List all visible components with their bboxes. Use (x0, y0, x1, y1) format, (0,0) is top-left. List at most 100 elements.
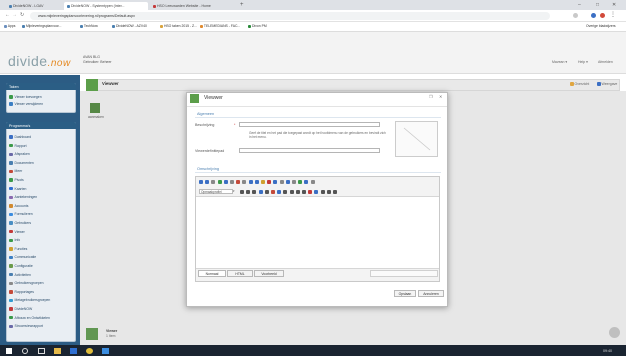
editor-format-icon[interactable] (252, 189, 257, 194)
reload-icon[interactable]: ↻ (20, 12, 24, 18)
task-view-icon[interactable] (38, 348, 45, 354)
editor-format-icon[interactable] (264, 189, 269, 194)
style-dropdown[interactable]: Opmaakprofiel (199, 189, 233, 194)
close-window-icon[interactable]: ✕ (612, 2, 616, 8)
editor-tool-icon[interactable] (211, 180, 216, 184)
editor-format-icon[interactable] (271, 189, 275, 194)
windows-start-icon[interactable] (6, 348, 12, 354)
editor-tool-icon[interactable] (273, 180, 278, 184)
browser-app-icon[interactable] (70, 348, 77, 354)
editor-tool-icon[interactable] (230, 180, 234, 184)
profile-icon[interactable] (573, 13, 578, 18)
editor-format-icon[interactable] (308, 189, 313, 194)
editor-tool-icon[interactable] (217, 180, 222, 184)
task-add-viewer[interactable]: Viewer toevoegen (9, 94, 42, 100)
forward-icon[interactable]: → (12, 12, 17, 18)
program-item[interactable]: Gebruikersgroepen (9, 280, 44, 286)
editor-format-icon[interactable] (320, 189, 325, 194)
program-item[interactable]: Afspraken (9, 151, 30, 157)
editor-format-icon[interactable] (314, 189, 319, 194)
cancel-button[interactable]: Annuleren (418, 290, 444, 297)
editor-tab-normal[interactable]: Normaal (198, 270, 226, 277)
editor-format-icon[interactable] (258, 189, 263, 194)
editor-tool-icon[interactable] (304, 180, 309, 184)
program-item[interactable]: Activiteiten (9, 272, 31, 278)
new-tab-button[interactable]: + (240, 2, 244, 8)
minimize-icon[interactable]: – (578, 2, 581, 8)
program-item[interactable]: Pivots (9, 177, 24, 183)
editor-format-icon[interactable] (326, 189, 331, 194)
program-item[interactable]: Meer (9, 168, 22, 174)
editor-tool-icon[interactable] (298, 180, 303, 184)
editor-format-icon[interactable] (289, 189, 294, 194)
editor-tool-icon[interactable] (199, 180, 203, 184)
editor-format-icon[interactable] (277, 189, 282, 194)
program-item[interactable]: Aantekeningen (9, 194, 37, 200)
program-item[interactable]: Configuratie (9, 263, 33, 269)
menu-dots-icon[interactable]: ⋮ (610, 11, 616, 18)
editor-format-icon[interactable] (240, 189, 244, 194)
editor-format-icon[interactable] (295, 189, 300, 194)
program-item[interactable]: Rapportages (9, 289, 34, 295)
extension-icon[interactable] (600, 13, 605, 18)
bookmark-apps[interactable]: Apps (4, 24, 16, 30)
program-item[interactable]: Dashboard (9, 134, 31, 140)
url-field[interactable]: www.mijnleveringsplanvoorlevering.nl/pro… (30, 12, 550, 20)
editor-tool-icon[interactable] (261, 180, 265, 184)
browser-tab-active[interactable]: DivideNOW - Systemtypen (Inter... (64, 2, 148, 10)
nav-logout[interactable]: Afmelden (598, 60, 613, 64)
editor-format-icon[interactable] (246, 189, 251, 194)
editor-tool-icon[interactable] (292, 180, 296, 184)
overview-button[interactable]: Overzicht (570, 82, 589, 86)
nav-mavean[interactable]: Mavean ▾ (552, 60, 567, 64)
save-button[interactable]: Opslaan (394, 290, 416, 297)
bookmark-item[interactable]: Mijnleveringsplanvoor... (22, 24, 61, 30)
url-input[interactable] (239, 148, 380, 153)
program-item[interactable]: Rapport (9, 143, 27, 149)
editor-tool-icon[interactable] (267, 180, 272, 184)
editor-tab-html[interactable]: HTML (227, 270, 253, 277)
editor-tool-icon[interactable] (236, 180, 241, 184)
program-item[interactable]: Gebruikers (9, 220, 31, 226)
bookmark-item[interactable]: Divon PM (248, 24, 267, 30)
program-item[interactable]: Viewer (9, 229, 25, 235)
image-placeholder[interactable] (395, 121, 438, 157)
chrome-app-icon[interactable] (86, 348, 93, 354)
bookmark-item[interactable]: DivideNOW - AZV40 (112, 24, 147, 30)
editor-tool-icon[interactable] (205, 180, 210, 184)
app-icon[interactable] (102, 348, 109, 354)
editor-tab-preview[interactable]: Voorbeeld (254, 270, 284, 277)
bookmark-item[interactable]: TELEMEDIANS - FAC... (200, 24, 240, 30)
program-item[interactable]: Stroomviewrapport (9, 323, 43, 329)
bookmark-other[interactable]: Overige bladwijzers (586, 24, 616, 30)
back-icon[interactable]: ← (5, 12, 10, 18)
bookmark-item[interactable]: TechNow (80, 24, 98, 30)
editor-format-icon[interactable] (333, 189, 337, 194)
editor-format-icon[interactable] (283, 189, 288, 194)
nav-help[interactable]: Help ▾ (578, 60, 588, 64)
editor-format-icon[interactable] (302, 189, 306, 194)
name-input[interactable] (239, 122, 380, 127)
task-remove-viewer[interactable]: Viewer verwijderen (9, 101, 43, 107)
browser-tab[interactable]: HSO Leeuwarden Website - Home (150, 2, 236, 10)
editor-tool-icon[interactable] (310, 180, 315, 184)
bookmark-item[interactable]: HSO taken 2015 - Z... (160, 24, 197, 30)
program-item[interactable]: Formulieren (9, 211, 33, 217)
editor-tool-icon[interactable] (254, 180, 259, 184)
maximize-icon[interactable]: □ (596, 2, 599, 8)
editor-tool-icon[interactable] (285, 180, 290, 184)
editor-tool-icon[interactable] (223, 180, 228, 184)
browser-tab[interactable]: DivideNOW - LGAV (6, 2, 62, 10)
program-item[interactable]: Accounts (9, 203, 28, 209)
extension-icon[interactable] (591, 13, 596, 18)
style-dropdown-arrow-icon[interactable]: ▾ (233, 189, 235, 193)
dialog-restore-icon[interactable]: ❐ (429, 94, 433, 99)
editor-tool-icon[interactable] (248, 180, 253, 184)
editor-tool-icon[interactable] (242, 180, 247, 184)
program-item[interactable]: Communicatie (9, 254, 36, 260)
editor-tool-icon[interactable] (279, 180, 284, 184)
view-button[interactable]: Weergave (597, 82, 617, 86)
program-item[interactable]: Info (9, 237, 20, 243)
app-logo[interactable]: divide.now (8, 53, 71, 69)
program-item[interactable]: Kaarten (9, 186, 26, 192)
